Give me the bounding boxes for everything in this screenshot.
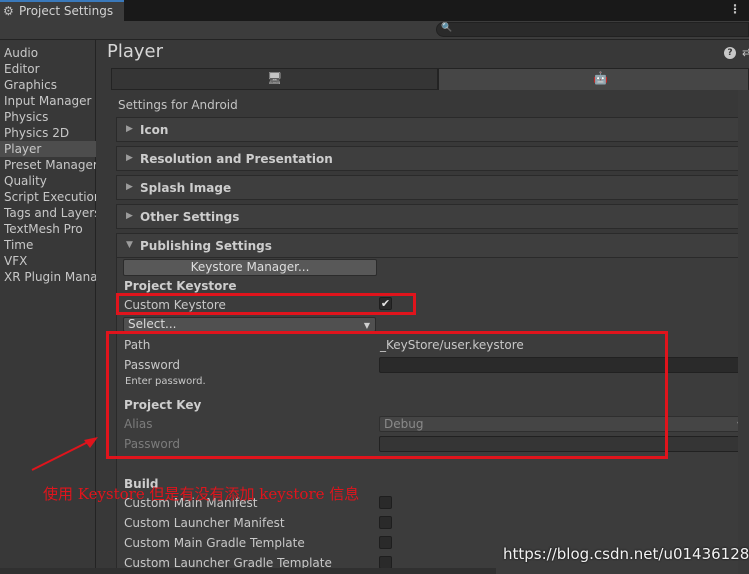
vertical-scrollbar[interactable] <box>738 90 749 574</box>
monitor-icon: 🖥 <box>267 71 283 85</box>
sidebar-item-graphics[interactable]: Graphics <box>0 77 96 93</box>
expand-arrow-icon: ▶ <box>126 211 133 221</box>
sidebar-item-preset-manager[interactable]: Preset Manager <box>0 157 96 173</box>
sidebar-item-physics-2d[interactable]: Physics 2D <box>0 125 96 141</box>
select-dropdown-value: Select... <box>128 317 177 331</box>
section-label: Other Settings <box>140 210 240 224</box>
project-keystore-heading: Project Keystore <box>124 279 237 293</box>
section-other-settings[interactable]: ▶ Other Settings <box>116 204 749 229</box>
section-label: Publishing Settings <box>140 239 272 253</box>
page-title: Player <box>107 41 164 62</box>
section-resolution-and-presentation[interactable]: ▶ Resolution and Presentation <box>116 146 749 171</box>
watermark: https://blog.csdn.net/u014361280 <box>503 545 749 563</box>
expand-arrow-icon: ▶ <box>126 182 133 192</box>
preset-icon[interactable]: ⇄ <box>742 46 749 59</box>
project-settings-tab[interactable]: ⚙ Project Settings <box>0 0 124 21</box>
annotation-arrow-icon <box>31 437 98 471</box>
annotation-note: 使用 Keystore 但是有没有添加 keystore 信息 <box>43 485 360 503</box>
sidebar-item-audio[interactable]: Audio <box>0 45 96 61</box>
sidebar-item-quality[interactable]: Quality <box>0 173 96 189</box>
custom-main-manifest-checkbox[interactable] <box>379 496 392 509</box>
sidebar-item-physics[interactable]: Physics <box>0 109 96 125</box>
help-icon[interactable]: ? <box>724 47 736 59</box>
expand-arrow-icon: ▶ <box>126 153 133 163</box>
custom-launcher-manifest-checkbox[interactable] <box>379 516 392 529</box>
highlight-custom-keystore <box>116 293 416 315</box>
platform-tabs: 🖥 🤖 <box>111 68 749 90</box>
sidebar-item-editor[interactable]: Editor <box>0 61 96 77</box>
custom-launcher-manifest-label: Custom Launcher Manifest <box>124 516 285 530</box>
section-splash-image[interactable]: ▶ Splash Image <box>116 175 749 200</box>
tab-android[interactable]: 🤖 <box>438 68 749 90</box>
window-title: Project Settings <box>19 4 114 18</box>
sidebar-item-input-manager[interactable]: Input Manager <box>0 93 96 109</box>
keystore-manager-button[interactable]: Keystore Manager... <box>123 259 377 276</box>
sidebar-item-time[interactable]: Time <box>0 237 96 253</box>
section-label: Resolution and Presentation <box>140 152 333 166</box>
collapse-arrow-icon: ▼ <box>126 240 133 250</box>
section-publishing-settings[interactable]: ▼ Publishing Settings <box>116 233 749 258</box>
keystore-select-dropdown[interactable]: Select... ▼ <box>123 317 376 332</box>
custom-main-gradle-template-checkbox[interactable] <box>379 536 392 549</box>
tab-standalone[interactable]: 🖥 <box>111 68 438 90</box>
sidebar-item-vfx[interactable]: VFX <box>0 253 96 269</box>
sidebar-item-player[interactable]: Player <box>0 141 96 157</box>
section-label: Icon <box>140 123 169 137</box>
expand-arrow-icon: ▶ <box>126 124 133 134</box>
section-icon[interactable]: ▶ Icon <box>116 117 749 142</box>
sidebar-item-script-execution[interactable]: Script Execution <box>0 189 96 205</box>
sidebar-item-xr-plugin-management[interactable]: XR Plugin Manag <box>0 269 96 285</box>
search-input[interactable]: 🔍 <box>436 22 749 37</box>
highlight-keystore-fields <box>106 331 668 459</box>
window-menu-icon[interactable]: ⋮ <box>729 2 741 16</box>
sidebar-item-textmesh-pro[interactable]: TextMesh Pro <box>0 221 96 237</box>
sidebar-item-tags-and-layers[interactable]: Tags and Layers <box>0 205 96 221</box>
section-label: Splash Image <box>140 181 232 195</box>
settings-for-label: Settings for Android <box>118 98 238 112</box>
footer-strip <box>0 568 496 574</box>
android-icon: 🤖 <box>593 71 608 85</box>
search-icon: 🔍 <box>441 23 453 33</box>
custom-main-gradle-template-label: Custom Main Gradle Template <box>124 536 305 550</box>
gear-icon: ⚙ <box>3 4 14 18</box>
